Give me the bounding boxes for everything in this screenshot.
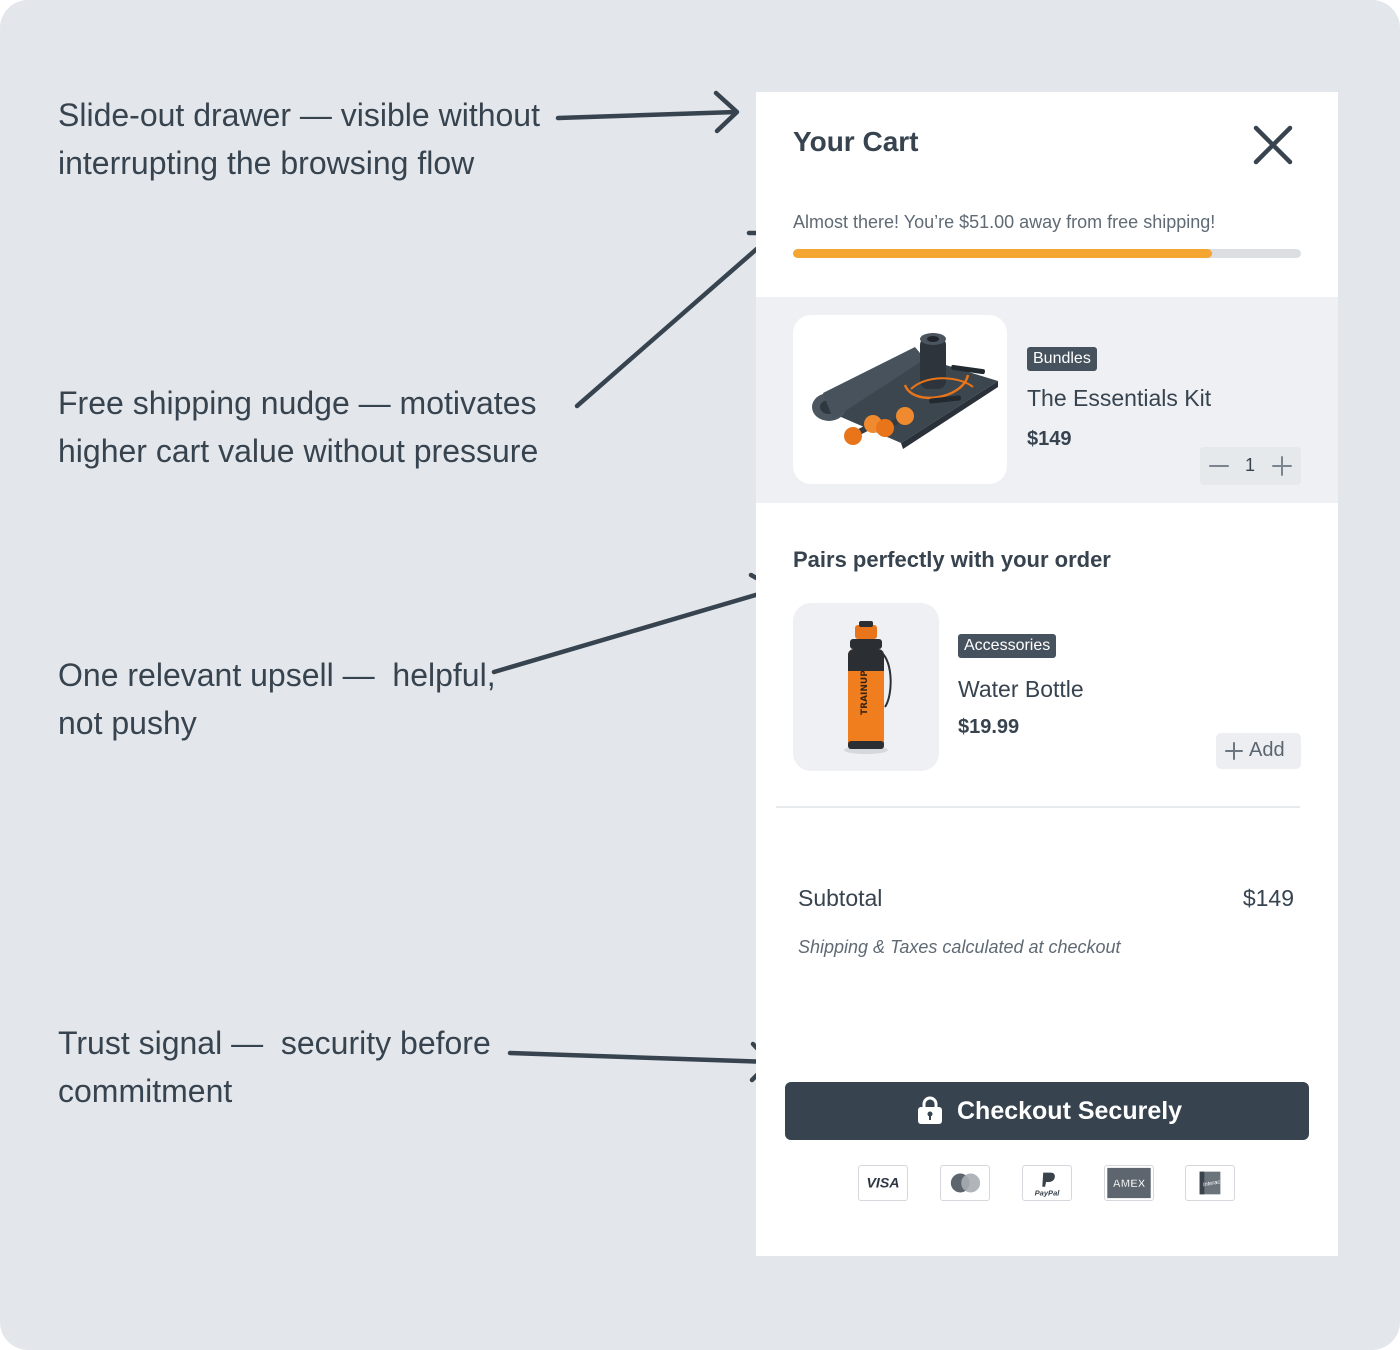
subtotal-label: Subtotal <box>798 885 883 911</box>
minus-icon <box>1209 465 1229 467</box>
annotation-trust: Trust signal — security before commitmen… <box>58 1019 491 1115</box>
subtotal-value: $149 <box>1242 885 1294 911</box>
annotation-trust-line-2: commitment <box>58 1073 233 1109</box>
free-shipping-progress-fill <box>793 249 1213 258</box>
upsell-category-badge: Accessories <box>958 634 1057 658</box>
annotation-shipping-line-2: higher cart value without pressure <box>58 433 539 469</box>
essentials-kit-image <box>793 315 1007 484</box>
annotation-drawer-line-2: interrupting the browsing flow <box>58 145 475 181</box>
lock-icon <box>918 1096 942 1124</box>
annotation-shipping-line-1: Free shipping nudge — motivates <box>58 385 537 421</box>
close-icon <box>1253 125 1293 165</box>
quantity-value: 1 <box>1244 455 1255 475</box>
arrow-upsell <box>491 572 779 675</box>
item-category-badge: Bundles <box>1027 347 1097 371</box>
item-name: The Essentials Kit <box>1027 385 1212 411</box>
upsell-name: Water Bottle <box>958 676 1084 702</box>
annotation-upsell-line-1: One relevant upsell — helpful, <box>58 657 496 693</box>
svg-text:VISA: VISA <box>866 1176 899 1192</box>
divider <box>776 806 1300 808</box>
add-upsell-button[interactable]: Add <box>1216 733 1301 769</box>
arrow-drawer <box>555 90 740 134</box>
canvas: Slide-out drawer — visible without inter… <box>0 0 1400 1350</box>
close-button[interactable] <box>1250 122 1296 168</box>
quantity-stepper: 1 <box>1200 447 1301 485</box>
bottle-print: TRAINUP <box>860 670 870 715</box>
interac-icon: Interac <box>1185 1165 1235 1201</box>
annotation-drawer: Slide-out drawer — visible without inter… <box>58 91 540 187</box>
add-upsell-label: Add <box>1249 739 1285 761</box>
annotation-upsell: One relevant upsell — helpful, not pushy <box>58 651 496 747</box>
visa-icon: VISA <box>858 1165 908 1201</box>
annotation-shipping-nudge: Free shipping nudge — motivates higher c… <box>58 379 538 475</box>
checkout-button[interactable]: Checkout Securely <box>785 1082 1309 1140</box>
svg-text:AMEX: AMEX <box>1113 1178 1146 1190</box>
shipping-note: Shipping & Taxes calculated at checkout <box>798 937 1121 957</box>
water-bottle-image: TRAINUP <box>793 603 939 771</box>
upsell-price: $19.99 <box>958 716 1020 738</box>
free-shipping-message: Almost there! You’re $51.00 away from fr… <box>793 212 1216 232</box>
cart-title: Your Cart <box>793 126 919 157</box>
svg-text:PayPal: PayPal <box>1035 1188 1061 1197</box>
mastercard-icon <box>940 1165 990 1201</box>
plus-icon <box>1225 742 1243 760</box>
arrow-trust <box>507 1041 773 1083</box>
cart-drawer: Your Cart Almost there! You’re $51.00 aw… <box>756 92 1338 1256</box>
annotation-trust-line-1: Trust signal — security before <box>58 1025 491 1061</box>
upsell-heading: Pairs perfectly with your order <box>793 547 1111 572</box>
arrow-shipping <box>574 230 778 409</box>
annotation-upsell-line-2: not pushy <box>58 705 197 741</box>
quantity-decrease-button[interactable] <box>1204 451 1234 481</box>
paypal-icon: PayPal <box>1022 1165 1072 1201</box>
annotation-drawer-line-1: Slide-out drawer — visible without <box>58 97 540 133</box>
checkout-label: Checkout Securely <box>957 1097 1183 1125</box>
item-price: $149 <box>1027 428 1072 450</box>
amex-icon: AMEX <box>1104 1165 1154 1201</box>
cart-item: Bundles The Essentials Kit $149 1 <box>756 297 1338 503</box>
free-shipping-progress <box>793 249 1301 258</box>
plus-icon <box>1272 456 1292 476</box>
quantity-increase-button[interactable] <box>1267 451 1297 481</box>
